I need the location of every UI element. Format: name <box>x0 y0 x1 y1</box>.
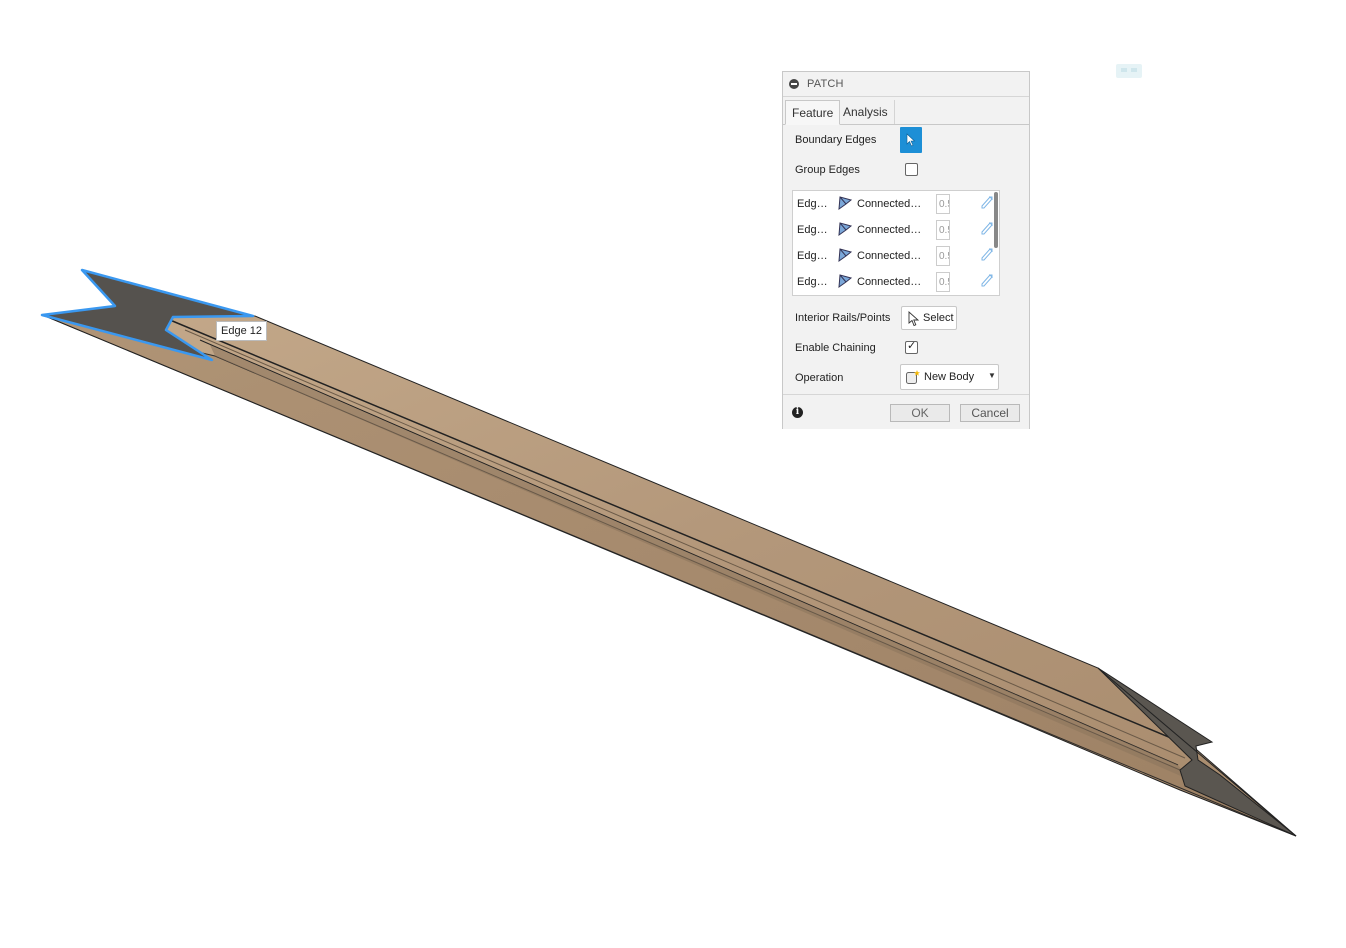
dialog-tabs: Feature Analysis <box>783 97 1029 125</box>
edge-weight-input[interactable]: 0.5 <box>936 272 950 292</box>
cursor-arrow-icon <box>906 133 916 147</box>
interior-rails-label: Interior Rails/Points <box>795 312 891 324</box>
edge-continuity[interactable]: Connected… <box>857 224 921 236</box>
wood-beam-body <box>44 315 1297 837</box>
list-item[interactable]: Edg… Connected… 0.5 <box>793 269 993 295</box>
continuity-icon[interactable] <box>837 195 853 211</box>
continuity-icon[interactable] <box>837 247 853 263</box>
edge-tooltip: Edge 12 <box>216 321 267 341</box>
tab-feature[interactable]: Feature <box>785 100 841 125</box>
edge-continuity[interactable]: Connected… <box>857 250 921 262</box>
dialog-title: PATCH <box>807 78 844 90</box>
info-icon[interactable]: i <box>792 407 803 418</box>
enable-chaining-label: Enable Chaining <box>795 342 876 354</box>
edge-name: Edg… <box>797 224 828 236</box>
ok-button[interactable]: OK <box>890 404 950 422</box>
canvas-3d-viewport[interactable] <box>0 0 1346 948</box>
continuity-icon[interactable] <box>837 273 853 289</box>
list-item[interactable]: Edg… Connected… 0.5 <box>793 191 993 217</box>
continuity-icon[interactable] <box>837 221 853 237</box>
flip-direction-icon[interactable] <box>981 222 993 236</box>
edge-continuity[interactable]: Connected… <box>857 198 921 210</box>
select-label: Select <box>923 312 954 324</box>
collapse-icon[interactable] <box>789 79 799 89</box>
group-edges-checkbox[interactable] <box>905 163 918 176</box>
boundary-edges-label: Boundary Edges <box>795 134 877 146</box>
boundary-edges-select-button[interactable] <box>900 127 922 153</box>
dialog-header: PATCH <box>783 72 1029 97</box>
enable-chaining-checkbox[interactable] <box>905 339 918 354</box>
flip-direction-icon[interactable] <box>981 248 993 262</box>
edge-name: Edg… <box>797 250 828 262</box>
operation-dropdown[interactable]: New Body ▼ <box>900 364 999 390</box>
patch-dialog: PATCH Feature Analysis Boundary Edges Gr… <box>782 71 1030 429</box>
new-body-icon <box>906 370 920 384</box>
edge-weight-input[interactable]: 0.5 <box>936 194 950 214</box>
edge-weight-input[interactable]: 0.5 <box>936 246 950 266</box>
group-edges-label: Group Edges <box>795 164 860 176</box>
edge-continuity[interactable]: Connected… <box>857 276 921 288</box>
dialog-footer: i OK Cancel <box>783 394 1029 429</box>
edge-weight-input[interactable]: 0.5 <box>936 220 950 240</box>
operation-value: New Body <box>924 371 975 383</box>
edge-name: Edg… <box>797 276 828 288</box>
list-item[interactable]: Edg… Connected… 0.5 <box>793 243 993 269</box>
chevron-down-icon: ▼ <box>988 371 996 380</box>
cursor-arrow-icon <box>908 311 920 327</box>
cancel-button[interactable]: Cancel <box>960 404 1020 422</box>
interior-select-button[interactable]: Select <box>901 306 957 330</box>
navigation-cube-icon[interactable] <box>1116 64 1142 78</box>
flip-direction-icon[interactable] <box>981 274 993 288</box>
edge-name: Edg… <box>797 198 828 210</box>
flip-direction-icon[interactable] <box>981 196 993 210</box>
tab-analysis[interactable]: Analysis <box>837 100 895 124</box>
list-scrollbar[interactable] <box>994 192 998 248</box>
list-item[interactable]: Edg… Connected… 0.5 <box>793 217 993 243</box>
boundary-edges-list[interactable]: Edg… Connected… 0.5 Edg… Connected… 0.5 … <box>792 190 1000 296</box>
operation-label: Operation <box>795 372 844 384</box>
